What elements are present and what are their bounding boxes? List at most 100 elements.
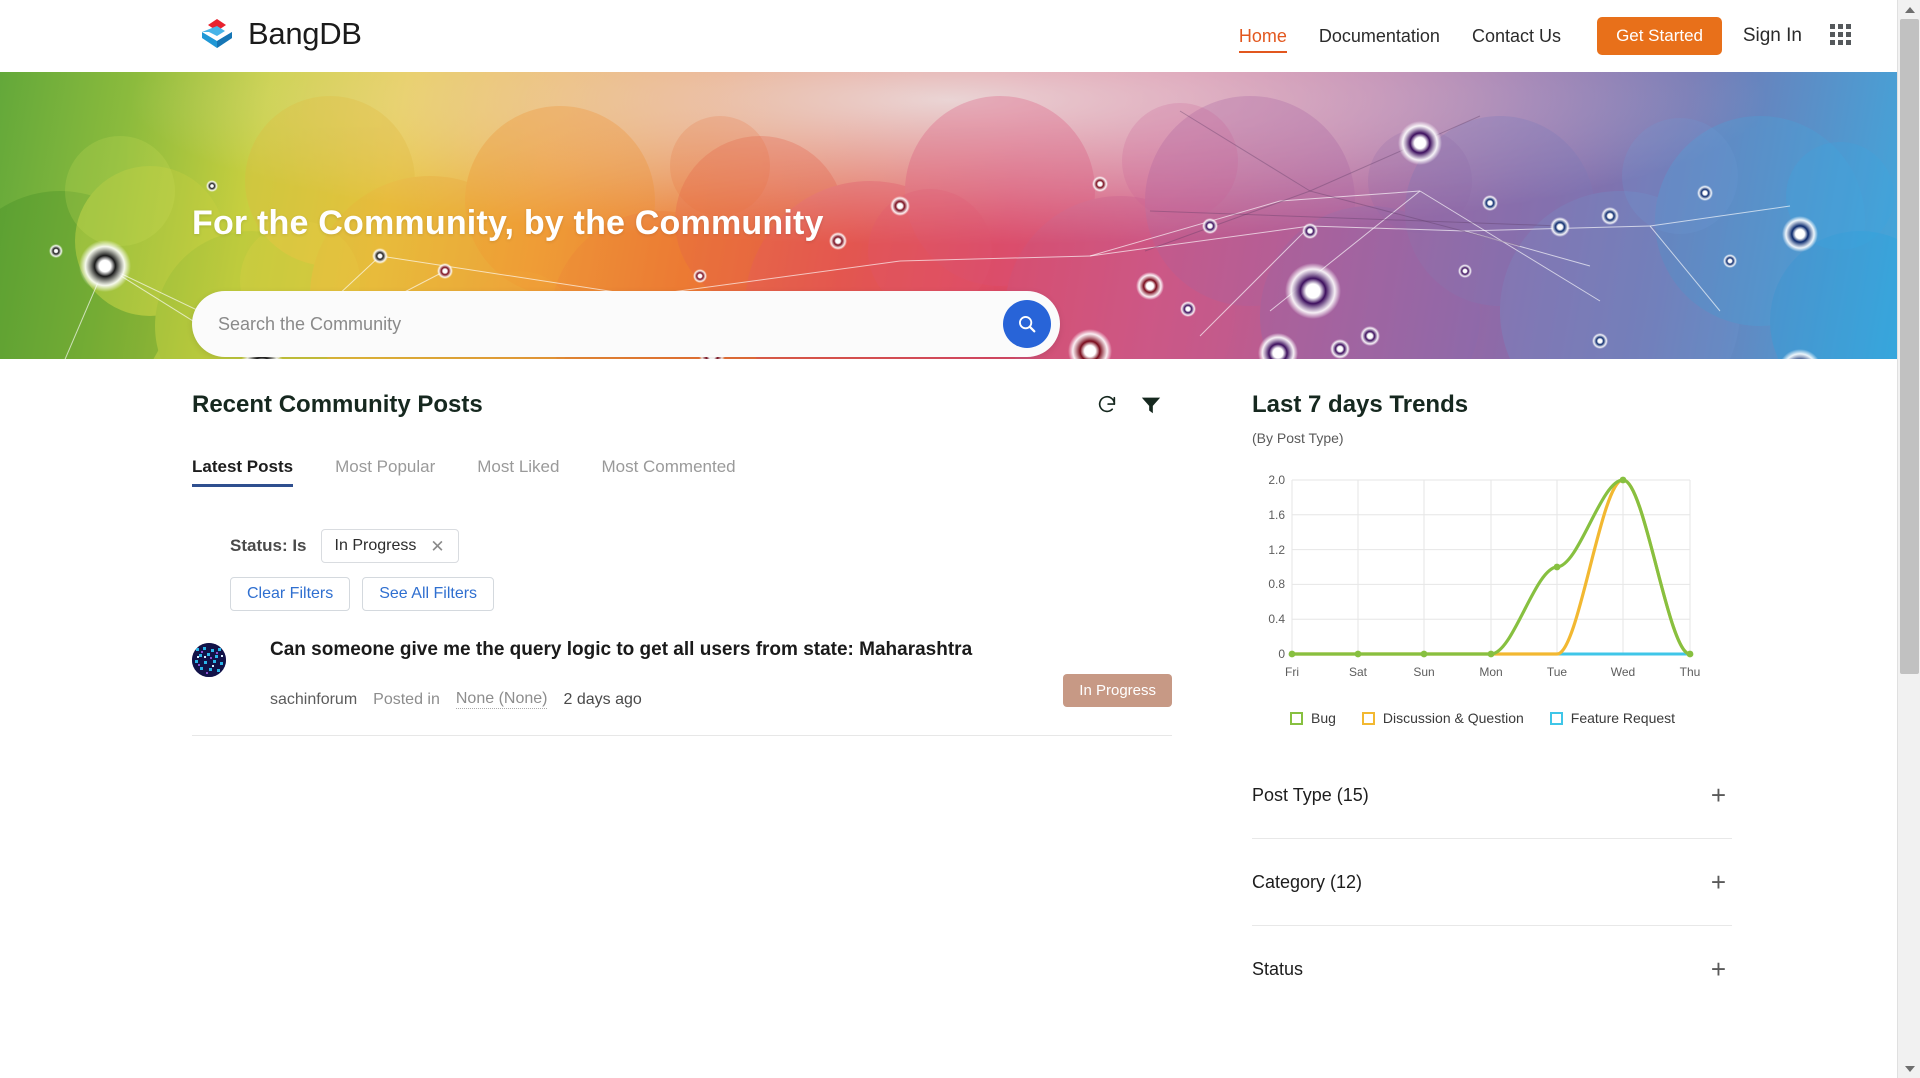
legend-label-discussion-question: Discussion & Question bbox=[1382, 710, 1524, 726]
chart-legend: Bug Discussion & Question Feature Reques… bbox=[1252, 710, 1732, 726]
sign-in-link[interactable]: Sign In bbox=[1743, 0, 1802, 72]
top-navigation-bar: BangDB Home Documentation Contact Us Get… bbox=[0, 0, 1897, 72]
chart-y-tick-labels: 2.0 1.6 1.2 0.8 0.4 0 bbox=[1268, 473, 1285, 661]
trends-line-chart: 2.0 1.6 1.2 0.8 0.4 0 Fri Sat Sun Mon Tu… bbox=[1252, 464, 1726, 704]
legend-label-feature-request: Feature Request bbox=[1570, 710, 1676, 726]
chart-x-tick-labels: Fri Sat Sun Mon Tue Wed Thu bbox=[1285, 665, 1700, 679]
facet-status-label: Status bbox=[1252, 958, 1304, 979]
see-all-filters-button[interactable]: See All Filters bbox=[362, 577, 495, 611]
post-posted-in-prefix: Posted in bbox=[373, 690, 440, 708]
legend-item-discussion-question[interactable]: Discussion & Question bbox=[1361, 710, 1524, 726]
grid-dot bbox=[1846, 40, 1851, 45]
tab-most-liked-label: Most Liked bbox=[477, 457, 560, 476]
page-title: Recent Community Posts bbox=[192, 391, 483, 418]
post-meta: sachinforum Posted in None (None) 2 days… bbox=[270, 690, 1063, 709]
plus-icon[interactable]: + bbox=[1711, 782, 1726, 808]
posts-header: Recent Community Posts bbox=[192, 359, 1172, 419]
scroll-down-triangle bbox=[1904, 1065, 1915, 1072]
svg-text:Thu: Thu bbox=[1680, 665, 1701, 679]
svg-text:0: 0 bbox=[1278, 647, 1285, 661]
active-filters: Status: Is In Progress ✕ Clear Filters S… bbox=[192, 529, 1172, 611]
svg-text:0.4: 0.4 bbox=[1268, 612, 1285, 626]
sign-in-label: Sign In bbox=[1742, 25, 1802, 46]
grid-dot bbox=[1846, 32, 1851, 37]
plus-icon[interactable]: + bbox=[1711, 956, 1726, 982]
nav-links: Home Documentation Contact Us bbox=[1223, 0, 1577, 72]
filter-buttons: Clear Filters See All Filters bbox=[230, 577, 1172, 611]
posts-tabs: Latest Posts Most Popular Most Liked Mos… bbox=[192, 457, 1172, 487]
get-started-button[interactable]: Get Started bbox=[1597, 17, 1722, 55]
facet-status[interactable]: Status + bbox=[1252, 926, 1732, 1012]
facet-post-type[interactable]: Post Type (15) + bbox=[1252, 752, 1732, 839]
nav-link-home-label: Home bbox=[1238, 25, 1287, 46]
filter-row: Status: Is In Progress ✕ bbox=[230, 529, 1172, 563]
legend-label-bug: Bug bbox=[1311, 710, 1336, 726]
list-item[interactable]: Can someone give me the query logic to g… bbox=[192, 639, 1172, 736]
legend-item-feature-request[interactable]: Feature Request bbox=[1549, 710, 1676, 726]
grid-apps-icon[interactable] bbox=[1830, 24, 1854, 48]
tab-most-liked[interactable]: Most Liked bbox=[477, 457, 559, 487]
scrollbar-thumb[interactable] bbox=[1900, 19, 1919, 674]
plus-icon[interactable]: + bbox=[1711, 869, 1726, 895]
search-submit-button[interactable] bbox=[1003, 300, 1051, 348]
grid-dot bbox=[1838, 32, 1843, 37]
search-input[interactable] bbox=[192, 291, 1003, 357]
legend-item-bug[interactable]: Bug bbox=[1290, 710, 1336, 726]
scroll-up-triangle bbox=[1904, 6, 1915, 13]
search-icon bbox=[1019, 316, 1036, 333]
scroll-up-arrow[interactable] bbox=[1898, 0, 1920, 19]
svg-text:Sat: Sat bbox=[1349, 665, 1368, 679]
facet-category-label: Category (12) bbox=[1252, 871, 1363, 892]
page-scrollbar[interactable] bbox=[1897, 0, 1920, 1078]
refresh-icon[interactable] bbox=[1096, 394, 1118, 416]
status-badge: In Progress bbox=[1063, 674, 1172, 707]
tab-most-commented[interactable]: Most Commented bbox=[601, 457, 735, 487]
svg-text:2.0: 2.0 bbox=[1268, 473, 1285, 487]
post-body: Can someone give me the query logic to g… bbox=[226, 639, 1063, 709]
grid-dot bbox=[1830, 32, 1835, 37]
trends-subtitle: (By Post Type) bbox=[1252, 430, 1344, 446]
svg-text:1.2: 1.2 bbox=[1268, 543, 1285, 557]
nav-link-contact-us[interactable]: Contact Us bbox=[1456, 0, 1577, 72]
post-timestamp: 2 days ago bbox=[563, 690, 642, 708]
post-author[interactable]: sachinforum bbox=[270, 691, 357, 709]
tab-latest-posts[interactable]: Latest Posts bbox=[192, 457, 294, 487]
grid-dot bbox=[1830, 24, 1835, 29]
main-content: Recent Community Posts Latest Posts Most… bbox=[0, 359, 1897, 1078]
legend-swatch-bug bbox=[1290, 711, 1303, 725]
legend-swatch-feature-request bbox=[1549, 711, 1563, 725]
nav-link-documentation[interactable]: Documentation bbox=[1303, 0, 1456, 72]
brand-logo-link[interactable]: BangDB bbox=[197, 14, 362, 54]
filter-chip-status[interactable]: In Progress ✕ bbox=[320, 529, 459, 563]
grid-dot bbox=[1838, 40, 1843, 45]
chart-svg: 2.0 1.6 1.2 0.8 0.4 0 Fri Sat Sun Mon Tu… bbox=[1268, 473, 1700, 679]
scroll-down-arrow[interactable] bbox=[1898, 1059, 1920, 1078]
hero-title: For the Community, by the Community bbox=[192, 204, 824, 242]
facet-post-type-label: Post Type (15) bbox=[1252, 784, 1369, 805]
nav-link-contact-us-label: Contact Us bbox=[1471, 25, 1561, 46]
nav-link-home[interactable]: Home bbox=[1223, 0, 1303, 72]
svg-text:Fri: Fri bbox=[1285, 665, 1299, 679]
legend-swatch-discussion-question bbox=[1361, 711, 1375, 725]
posts-header-actions bbox=[1096, 394, 1172, 416]
funnel-filter-icon[interactable] bbox=[1140, 394, 1162, 416]
tab-most-commented-label: Most Commented bbox=[601, 457, 736, 476]
clear-filters-button[interactable]: Clear Filters bbox=[230, 577, 351, 611]
facet-category[interactable]: Category (12) + bbox=[1252, 839, 1732, 926]
avatar bbox=[192, 643, 226, 677]
grid-dot bbox=[1846, 24, 1851, 29]
nav-link-documentation-label: Documentation bbox=[1318, 25, 1440, 46]
user-avatar-icon bbox=[192, 643, 226, 677]
post-title[interactable]: Can someone give me the query logic to g… bbox=[270, 639, 1063, 661]
trends-column: Last 7 days Trends (By Post Type) 2.0 1.… bbox=[1252, 359, 1732, 1012]
post-category-link[interactable]: None (None) bbox=[455, 690, 548, 709]
page-root: BangDB Home Documentation Contact Us Get… bbox=[0, 0, 1920, 1078]
tab-latest-posts-label: Latest Posts bbox=[192, 457, 294, 476]
svg-text:Mon: Mon bbox=[1479, 665, 1502, 679]
grid-dot bbox=[1838, 24, 1843, 29]
facet-accordion-list: Post Type (15) + Category (12) + Status … bbox=[1252, 752, 1732, 1012]
grid-dot bbox=[1830, 40, 1835, 45]
tab-most-popular[interactable]: Most Popular bbox=[335, 457, 435, 487]
close-icon[interactable]: ✕ bbox=[430, 538, 444, 555]
tab-most-popular-label: Most Popular bbox=[335, 457, 436, 476]
